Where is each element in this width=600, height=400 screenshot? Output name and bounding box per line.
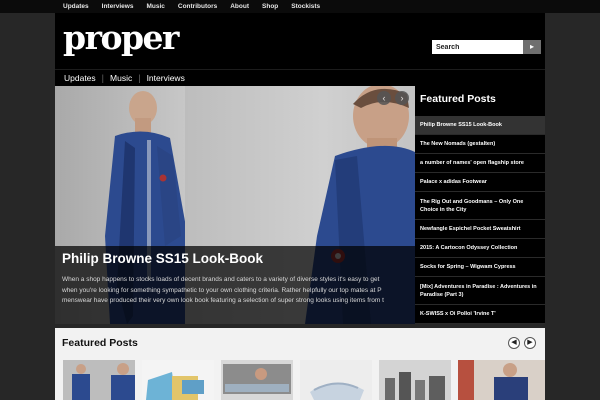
arrow-right-icon: ▸ bbox=[529, 42, 534, 51]
search-button[interactable]: ▸ bbox=[523, 40, 541, 54]
featured-item[interactable]: The Rig Out and Goodmans – Only One Choi… bbox=[415, 192, 545, 220]
thumbnail-image bbox=[142, 360, 214, 400]
topnav-contributors[interactable]: Contributors bbox=[178, 3, 217, 10]
mainnav-music[interactable]: Music bbox=[110, 73, 132, 83]
featured-item[interactable]: [Mix] Adventures in Paradise : Adventure… bbox=[415, 277, 545, 305]
featured-item[interactable]: Newfangle Espichel Pocket Sweatshirt bbox=[415, 220, 545, 239]
nav-divider: | bbox=[138, 73, 141, 83]
chevron-left-icon: ◀ bbox=[511, 339, 517, 346]
carousel-prev-button[interactable]: ◀ bbox=[508, 337, 520, 349]
slide-title[interactable]: Philip Browne SS15 Look-Book bbox=[62, 251, 415, 266]
carousel-title: Featured Posts bbox=[62, 337, 138, 349]
featured-item[interactable]: Socks for Spring – Wigwam Cypress bbox=[415, 258, 545, 277]
topnav-stockists[interactable]: Stockists bbox=[291, 3, 320, 10]
featured-thumbnail[interactable] bbox=[379, 360, 451, 400]
nav-divider: | bbox=[101, 73, 105, 83]
featured-thumbnail[interactable] bbox=[142, 360, 214, 400]
sidebar-title: Featured Posts bbox=[420, 93, 496, 105]
featured-item[interactable]: a number of names' open flagship store bbox=[415, 154, 545, 173]
slide-text-line: menswear have produced their very own lo… bbox=[62, 297, 384, 304]
topnav-shop[interactable]: Shop bbox=[262, 3, 278, 10]
thumbnail-image bbox=[379, 360, 451, 400]
topnav-updates[interactable]: Updates bbox=[63, 3, 89, 10]
slide-text-line: when you're looking for something sympat… bbox=[62, 286, 382, 294]
hero-slider[interactable]: ‹ › Philip Browne SS15 Look-Book When a … bbox=[55, 86, 415, 324]
search-input[interactable] bbox=[432, 40, 523, 54]
thumbnail-image bbox=[63, 360, 135, 400]
site-logo[interactable]: proper bbox=[63, 19, 179, 57]
featured-thumbnail[interactable] bbox=[300, 360, 372, 400]
featured-thumbnail[interactable] bbox=[221, 360, 293, 400]
featured-item[interactable]: K-SWISS x Oi Polloi 'Irvine T' bbox=[415, 305, 545, 324]
featured-item[interactable]: 2015: A Cartocon Odyssey Collection bbox=[415, 239, 545, 258]
featured-item[interactable]: Philip Browne SS15 Look-Book bbox=[415, 116, 545, 135]
chevron-right-icon: ▶ bbox=[527, 339, 533, 346]
featured-thumbnail[interactable] bbox=[458, 360, 545, 400]
thumbnail-image bbox=[221, 360, 293, 400]
featured-item[interactable]: Palace x adidas Footwear bbox=[415, 173, 545, 192]
chevron-left-icon: ‹ bbox=[382, 93, 386, 103]
slide-caption: Philip Browne SS15 Look-Book When a shop… bbox=[55, 246, 415, 324]
site-header: proper ▸ bbox=[55, 13, 545, 69]
topnav-about[interactable]: About bbox=[230, 3, 249, 10]
featured-item[interactable]: The New Nomads (gestalten) bbox=[415, 135, 545, 154]
topnav-music[interactable]: Music bbox=[146, 3, 164, 10]
chevron-right-icon: › bbox=[400, 93, 404, 103]
mainnav-interviews[interactable]: Interviews bbox=[147, 73, 185, 83]
top-nav: Updates Interviews Music Contributors Ab… bbox=[0, 0, 600, 13]
topnav-interviews[interactable]: Interviews bbox=[102, 3, 134, 10]
carousel-next-button[interactable]: ▶ bbox=[524, 337, 536, 349]
featured-posts-sidebar: Featured Posts Philip Browne SS15 Look-B… bbox=[415, 86, 545, 324]
slider-next-button[interactable]: › bbox=[395, 91, 409, 105]
thumbnail-image bbox=[300, 360, 372, 400]
slider-prev-button[interactable]: ‹ bbox=[377, 91, 391, 105]
mainnav-updates[interactable]: Updates bbox=[64, 73, 96, 83]
main-nav: Updates | Music | Interviews bbox=[55, 69, 545, 86]
page: Updates Interviews Music Contributors Ab… bbox=[0, 0, 600, 400]
featured-posts-carousel: Featured Posts ◀ ▶ bbox=[55, 328, 545, 400]
slide-text-line: When a shop happens to stocks loads of d… bbox=[62, 276, 380, 283]
featured-thumbnail[interactable] bbox=[63, 360, 135, 400]
thumbnail-image bbox=[458, 360, 545, 400]
